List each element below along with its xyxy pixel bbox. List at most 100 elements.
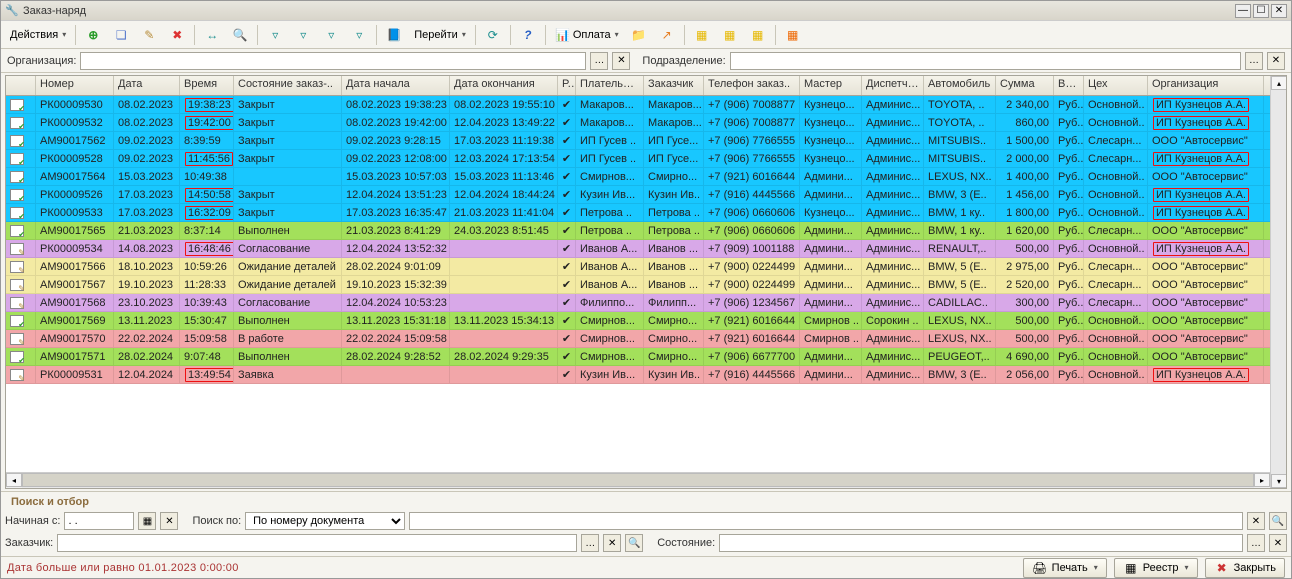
state-pick-button[interactable]: … <box>1247 534 1265 552</box>
table-row[interactable]: РК0000953008.02.202319:38:23Закрыт08.02.… <box>6 96 1270 114</box>
copy-button[interactable]: ❏ <box>108 24 134 46</box>
scroll-down-button[interactable]: ▾ <box>1271 474 1286 488</box>
col-time[interactable]: Время <box>180 76 234 95</box>
starts-cal-button[interactable]: ▦ <box>138 512 156 530</box>
refresh-arrows-button[interactable]: ↔ <box>199 24 225 46</box>
search-clear-button[interactable]: ✕ <box>1247 512 1265 530</box>
scroll-right-button[interactable]: ▸ <box>1254 473 1270 487</box>
status-text: Дата больше или равно 01.01.2023 0:00:00 <box>7 562 239 574</box>
col-dispatcher[interactable]: Диспетчер <box>862 76 924 95</box>
col-org[interactable]: Организация <box>1148 76 1264 95</box>
col-number[interactable]: Номер <box>36 76 114 95</box>
customer-pick-button[interactable]: … <box>581 534 599 552</box>
filter-a-button[interactable]: ▿ <box>262 24 288 46</box>
row-icon <box>6 276 36 293</box>
col-currency[interactable]: Вал.. <box>1054 76 1084 95</box>
col-shop[interactable]: Цех <box>1084 76 1148 95</box>
table-row[interactable]: АМ9001756209.02.20238:39:59Закрыт09.02.2… <box>6 132 1270 150</box>
table-row[interactable]: РК0000953414.08.202316:48:46Согласование… <box>6 240 1270 258</box>
scroll-track[interactable] <box>22 473 1254 488</box>
col-icon[interactable] <box>6 76 36 95</box>
close-window-button[interactable]: ✕ <box>1271 4 1287 18</box>
cell-auto: BMW, 5 (E.. <box>924 258 996 275</box>
maximize-button[interactable]: ☐ <box>1253 4 1269 18</box>
starts-clear-button[interactable]: ✕ <box>160 512 178 530</box>
dept-clear-button[interactable]: ✕ <box>1267 52 1285 70</box>
cell-check: ✔ <box>558 168 576 185</box>
search-text-input[interactable] <box>409 512 1243 530</box>
doc3-button[interactable]: ▦ <box>745 24 771 46</box>
cell-payer: Петрова .. <box>576 204 644 221</box>
col-r[interactable]: Р... <box>558 76 576 95</box>
table-row[interactable]: РК0000953112.04.202413:49:54Заявка✔Кузин… <box>6 366 1270 384</box>
searchby-select[interactable]: По номеру документа <box>245 512 405 530</box>
col-sum[interactable]: Сумма <box>996 76 1054 95</box>
col-auto[interactable]: Автомобиль <box>924 76 996 95</box>
filter-b-button[interactable]: ▿ <box>290 24 316 46</box>
org-clear-button[interactable]: ✕ <box>612 52 630 70</box>
delete-button[interactable]: ✖ <box>164 24 190 46</box>
dept-pick-button[interactable]: … <box>1245 52 1263 70</box>
payment-menu[interactable]: 📊Оплата <box>550 24 624 46</box>
table-row[interactable]: АМ9001756823.10.202310:39:43Согласование… <box>6 294 1270 312</box>
table-row[interactable]: РК0000952617.03.202314:50:58Закрыт12.04.… <box>6 186 1270 204</box>
vertical-scrollbar[interactable]: ▴ ▾ <box>1270 76 1286 488</box>
add-button[interactable]: ⊕ <box>80 24 106 46</box>
starts-input[interactable] <box>64 512 134 530</box>
doc-status-icon <box>10 171 24 183</box>
table-row[interactable]: АМ9001756913.11.202315:30:47Выполнен13.1… <box>6 312 1270 330</box>
search-run-button[interactable]: 🔍 <box>1269 512 1287 530</box>
state-input[interactable] <box>719 534 1243 552</box>
table-row[interactable]: АМ9001756719.10.202311:28:33Ожидание дет… <box>6 276 1270 294</box>
table-row[interactable]: РК0000953208.02.202319:42:00Закрыт08.02.… <box>6 114 1270 132</box>
scroll-up-button[interactable]: ▴ <box>1271 76 1286 90</box>
payment-icon: 📊 <box>555 27 571 43</box>
go-menu[interactable]: Перейти <box>409 24 471 46</box>
registry-button[interactable]: ▦Реестр <box>1114 558 1198 578</box>
horizontal-scrollbar[interactable]: ◂ ▸ <box>6 472 1270 488</box>
minimize-button[interactable]: — <box>1235 4 1251 18</box>
col-payer[interactable]: Плательщ... <box>576 76 644 95</box>
table-row[interactable]: АМ9001756415.03.202310:49:3815.03.2023 1… <box>6 168 1270 186</box>
state-clear-button[interactable]: ✕ <box>1269 534 1287 552</box>
vscroll-track[interactable] <box>1271 90 1286 474</box>
refresh-button[interactable]: ⟳ <box>480 24 506 46</box>
find-button[interactable]: 🔍 <box>227 24 253 46</box>
edit-button[interactable]: ✎ <box>136 24 162 46</box>
col-end[interactable]: Дата окончания <box>450 76 558 95</box>
col-start[interactable]: Дата начала <box>342 76 450 95</box>
doc2-button[interactable]: ▦ <box>717 24 743 46</box>
customer-search-button[interactable]: 🔍 <box>625 534 643 552</box>
table-row[interactable]: АМ9001756521.03.20238:37:14Выполнен21.03… <box>6 222 1270 240</box>
actions-menu[interactable]: Действия <box>5 24 71 46</box>
doc1-button[interactable]: ▦ <box>689 24 715 46</box>
table-row[interactable]: РК0000953317.03.202316:32:09Закрыт17.03.… <box>6 204 1270 222</box>
table-row[interactable]: АМ9001757128.02.20249:07:48Выполнен28.02… <box>6 348 1270 366</box>
cell-state: В работе <box>234 330 342 347</box>
close-button[interactable]: ✖Закрыть <box>1205 558 1285 578</box>
customer-input[interactable] <box>57 534 577 552</box>
table-row[interactable]: АМ9001756618.10.202310:59:26Ожидание дет… <box>6 258 1270 276</box>
col-state[interactable]: Состояние заказ-.. <box>234 76 342 95</box>
dept-input[interactable] <box>730 52 1241 70</box>
customer-clear-button[interactable]: ✕ <box>603 534 621 552</box>
filter-d-button[interactable]: ▿ <box>346 24 372 46</box>
chart-button[interactable]: ↗ <box>654 24 680 46</box>
cell-date: 09.02.2023 <box>114 132 180 149</box>
help-button[interactable]: ? <box>515 24 541 46</box>
folder-button[interactable]: 📁 <box>626 24 652 46</box>
scroll-left-button[interactable]: ◂ <box>6 473 22 487</box>
filter-c-button[interactable]: ▿ <box>318 24 344 46</box>
org-input[interactable] <box>80 52 586 70</box>
col-master[interactable]: Мастер <box>800 76 862 95</box>
scroll-thumb[interactable] <box>22 473 1254 487</box>
col-date[interactable]: Дата <box>114 76 180 95</box>
table-row[interactable]: АМ9001757022.02.202415:09:58В работе22.0… <box>6 330 1270 348</box>
print-button[interactable]: 🖨Печать <box>1023 558 1107 578</box>
col-phone[interactable]: Телефон заказ.. <box>704 76 800 95</box>
org-pick-button[interactable]: … <box>590 52 608 70</box>
table-row[interactable]: РК0000952809.02.202311:45:56Закрыт09.02.… <box>6 150 1270 168</box>
exit-button[interactable]: ▦ <box>780 24 806 46</box>
book-button[interactable]: 📘 <box>381 24 407 46</box>
col-customer[interactable]: Заказчик <box>644 76 704 95</box>
